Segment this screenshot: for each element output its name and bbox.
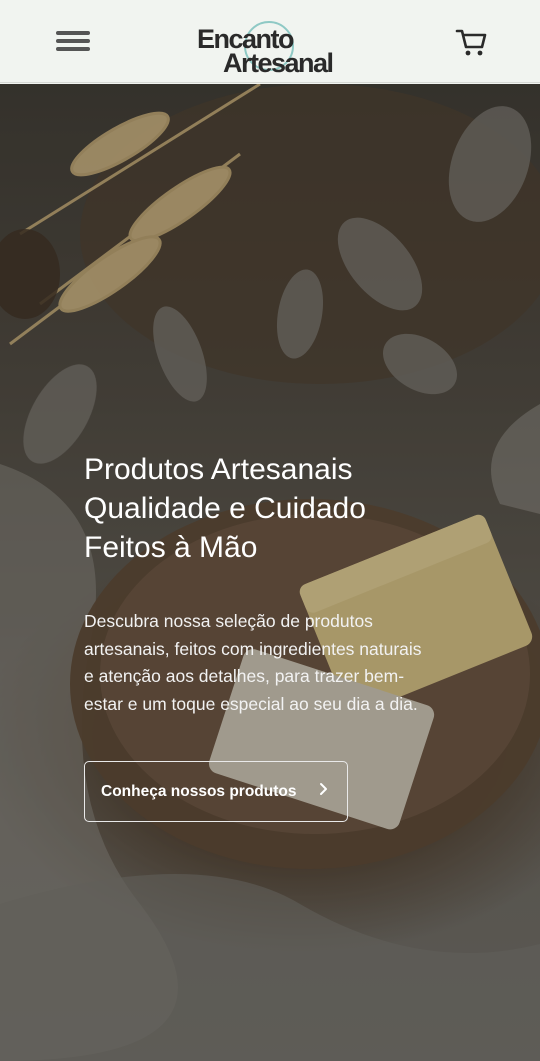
- brand-logo[interactable]: Encanto Artesanal: [197, 11, 347, 77]
- hero-title-line: Feitos à Mão: [84, 531, 258, 564]
- shopping-cart-icon[interactable]: [454, 23, 490, 59]
- hero-title: Produtos Artesanais Qualidade e Cuidado …: [84, 450, 504, 567]
- hero-description-line: estar e um toque especial ao seu dia a d…: [84, 693, 418, 714]
- hero-title-line: Qualidade e Cuidado: [84, 492, 366, 525]
- logo-text-line2: Artesanal: [223, 48, 334, 78]
- view-products-button[interactable]: Conheça nossos produtos: [84, 761, 348, 822]
- chevron-right-icon: [319, 782, 329, 801]
- site-header: Encanto Artesanal: [0, 0, 540, 83]
- hero-description-line: e atenção aos detalhes, para trazer bem-: [84, 666, 405, 686]
- hero-description-line: artesanais, feitos com ingredientes natu…: [84, 638, 422, 659]
- hero-title-line: Produtos Artesanais: [84, 453, 353, 486]
- hero-description: Descubra nossa seleção de produtos artes…: [84, 608, 464, 718]
- hero-section: Produtos Artesanais Qualidade e Cuidado …: [0, 84, 540, 1061]
- hero-dark-overlay: [0, 84, 540, 1061]
- hero-description-line: Descubra nossa seleção de produtos: [84, 611, 373, 631]
- view-products-button-label: Conheça nossos produtos: [101, 782, 297, 800]
- hamburger-menu-icon[interactable]: [56, 26, 90, 56]
